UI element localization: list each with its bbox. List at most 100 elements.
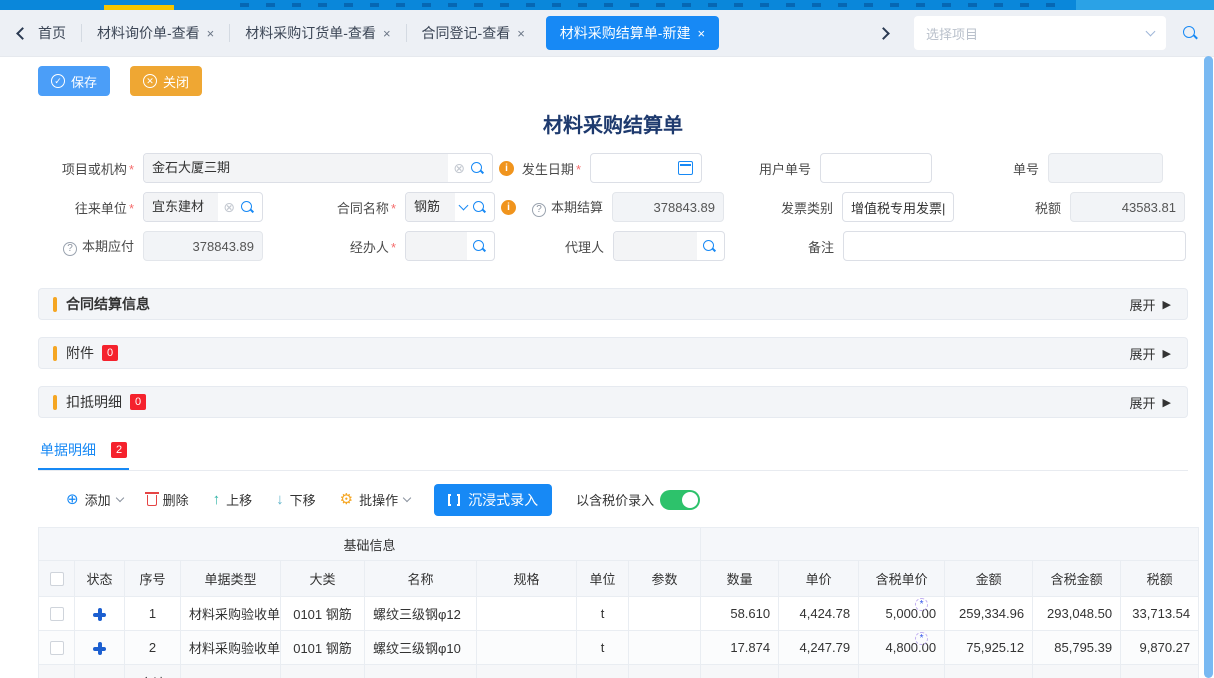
col-status: 状态 bbox=[75, 561, 125, 597]
search-icon[interactable] bbox=[472, 200, 486, 214]
clear-icon[interactable]: ⊗ bbox=[223, 200, 235, 214]
price-tax-cell[interactable]: *4,800.00 bbox=[859, 631, 945, 665]
help-icon[interactable] bbox=[63, 242, 77, 256]
tab-contract-register[interactable]: 合同登记-查看 × bbox=[411, 16, 536, 50]
empty-cell bbox=[577, 665, 629, 678]
col-price-tax: 含税单价 bbox=[859, 561, 945, 597]
calendar-icon[interactable] bbox=[678, 161, 693, 175]
tab-material-inquiry[interactable]: 材料询价单-查看 × bbox=[86, 16, 225, 50]
move-down-button[interactable]: ↓ 下移 bbox=[276, 490, 316, 509]
tab-home[interactable]: 首页 bbox=[27, 16, 77, 50]
row-checkbox[interactable] bbox=[50, 641, 64, 655]
table-row: 1 材料采购验收单 0101 钢筋 螺纹三级钢φ12 t 58.610 4,42… bbox=[39, 597, 1199, 631]
tax-price-entry-label: 以含税价录入 bbox=[576, 490, 654, 509]
project-field[interactable]: 金石大厦三期 ⊗ bbox=[143, 153, 493, 183]
date-field[interactable] bbox=[590, 153, 702, 183]
tab-document-detail[interactable]: 单据明细 2 bbox=[38, 435, 129, 470]
tab-close-icon[interactable]: × bbox=[517, 26, 525, 41]
remark-field[interactable] bbox=[843, 231, 1186, 261]
project-select[interactable]: 选择项目 bbox=[914, 16, 1166, 50]
section-attachments[interactable]: 附件 0 展开 ▶ bbox=[38, 337, 1188, 369]
contract-field[interactable]: 钢筋 bbox=[405, 192, 495, 222]
delete-button[interactable]: 删除 bbox=[147, 490, 189, 509]
expand-control[interactable]: 展开 ▶ bbox=[1130, 295, 1171, 314]
tab-settlement-new-active[interactable]: 材料采购结算单-新建 × bbox=[546, 16, 719, 50]
move-up-button[interactable]: ↑ 上移 bbox=[213, 490, 253, 509]
status-cell bbox=[75, 597, 125, 631]
row-checkbox[interactable] bbox=[50, 607, 64, 621]
tab-label: 材料询价单-查看 bbox=[97, 23, 200, 43]
tab-separator bbox=[406, 24, 407, 42]
menu-bar-clipped bbox=[240, 3, 1064, 7]
vertical-scrollbar[interactable] bbox=[1204, 56, 1213, 678]
agent-field[interactable] bbox=[613, 231, 725, 261]
close-button[interactable]: ✕ 关闭 bbox=[130, 66, 202, 96]
unit-cell: t bbox=[577, 631, 629, 665]
agent-value bbox=[614, 232, 697, 260]
expand-control[interactable]: 展开 ▶ bbox=[1130, 393, 1171, 412]
search-icon[interactable] bbox=[470, 161, 484, 175]
price-cell[interactable]: 4,424.78 bbox=[779, 597, 859, 631]
tab-close-icon[interactable]: × bbox=[207, 26, 215, 41]
total-tax-cell: 43,583.81 bbox=[1121, 665, 1199, 678]
doc-type-cell: 材料采购验收单 bbox=[181, 597, 281, 631]
project-select-placeholder: 选择项目 bbox=[926, 24, 978, 43]
count-badge: 2 bbox=[111, 442, 127, 458]
search-icon[interactable] bbox=[1182, 25, 1198, 41]
info-icon[interactable] bbox=[499, 161, 514, 176]
payable-label: 本期应付 bbox=[38, 236, 143, 255]
save-button[interactable]: ✓ 保存 bbox=[38, 66, 110, 96]
tabs-scroll-right-icon[interactable] bbox=[877, 27, 890, 40]
doc-type-cell: 材料采购验收单 bbox=[181, 631, 281, 665]
qty-cell[interactable]: 58.610 bbox=[701, 597, 779, 631]
batch-operation-button[interactable]: ⚙ 批操作 bbox=[340, 490, 410, 509]
invoice-type-field[interactable]: 增值税专用发票|13 bbox=[842, 192, 954, 222]
close-circle-icon: ✕ bbox=[143, 74, 157, 88]
tab-close-icon[interactable]: × bbox=[383, 26, 391, 41]
chevron-down-icon[interactable] bbox=[459, 201, 469, 211]
price-cell[interactable]: 4,247.79 bbox=[779, 631, 859, 665]
name-cell[interactable]: 螺纹三级钢φ12 bbox=[365, 597, 477, 631]
tab-close-icon[interactable]: × bbox=[697, 26, 705, 41]
add-button[interactable]: ⊕ 添加 bbox=[66, 490, 123, 509]
help-icon[interactable] bbox=[532, 203, 546, 217]
tab-purchase-order[interactable]: 材料采购订货单-查看 × bbox=[234, 16, 401, 50]
plus-status-icon bbox=[93, 642, 106, 655]
param-cell[interactable] bbox=[629, 631, 701, 665]
tab-bar: 首页 材料询价单-查看 × 材料采购订货单-查看 × 合同登记-查看 × 材料采… bbox=[0, 10, 1214, 56]
remark-label: 备注 bbox=[725, 237, 843, 256]
search-icon[interactable] bbox=[702, 239, 716, 253]
user-no-field[interactable] bbox=[820, 153, 932, 183]
search-icon[interactable] bbox=[240, 200, 254, 214]
vendor-field[interactable]: 宜东建材 ⊗ bbox=[143, 192, 263, 222]
qty-cell[interactable]: 17.874 bbox=[701, 631, 779, 665]
section-contract-settlement[interactable]: 合同结算信息 展开 ▶ bbox=[38, 288, 1188, 320]
param-cell[interactable] bbox=[629, 597, 701, 631]
info-icon[interactable] bbox=[501, 200, 516, 215]
form-row-3: 本期应付 378843.89 经办人 代理人 备注 bbox=[38, 231, 1188, 261]
search-icon[interactable] bbox=[472, 239, 486, 253]
section-deduction-detail[interactable]: 扣抵明细 0 展开 ▶ bbox=[38, 386, 1188, 418]
tax-price-entry-toggle[interactable] bbox=[660, 490, 700, 510]
handler-label: 经办人 bbox=[263, 237, 405, 256]
close-button-label: 关闭 bbox=[163, 72, 189, 91]
col-amount-tax: 含税金额 bbox=[1033, 561, 1121, 597]
expand-triangle-icon: ▶ bbox=[1163, 347, 1171, 360]
form-row-2: 往来单位 宜东建材 ⊗ 合同名称 钢筋 本期结算 378843.89 发票类别 … bbox=[38, 192, 1188, 222]
immersive-entry-button[interactable]: 沉浸式录入 bbox=[434, 484, 552, 516]
select-all-checkbox[interactable] bbox=[50, 572, 64, 586]
name-cell[interactable]: 螺纹三级钢φ10 bbox=[365, 631, 477, 665]
price-tax-cell[interactable]: *5,000.00 bbox=[859, 597, 945, 631]
group-header-basic-info: 基础信息 bbox=[39, 528, 701, 561]
col-tax: 税额 bbox=[1121, 561, 1199, 597]
gear-icon: ⚙ bbox=[340, 492, 353, 507]
handler-field[interactable] bbox=[405, 231, 495, 261]
expand-control[interactable]: 展开 ▶ bbox=[1130, 344, 1171, 363]
col-spec: 规格 bbox=[477, 561, 577, 597]
spec-cell[interactable] bbox=[477, 631, 577, 665]
spec-cell[interactable] bbox=[477, 597, 577, 631]
empty-cell bbox=[365, 665, 477, 678]
column-header-row: 状态 序号 单据类型 大类 名称 规格 单位 参数 数量 单价 含税单价 金额 … bbox=[39, 561, 1199, 597]
clear-icon[interactable]: ⊗ bbox=[453, 161, 465, 175]
project-label: 项目或机构 bbox=[38, 159, 143, 178]
